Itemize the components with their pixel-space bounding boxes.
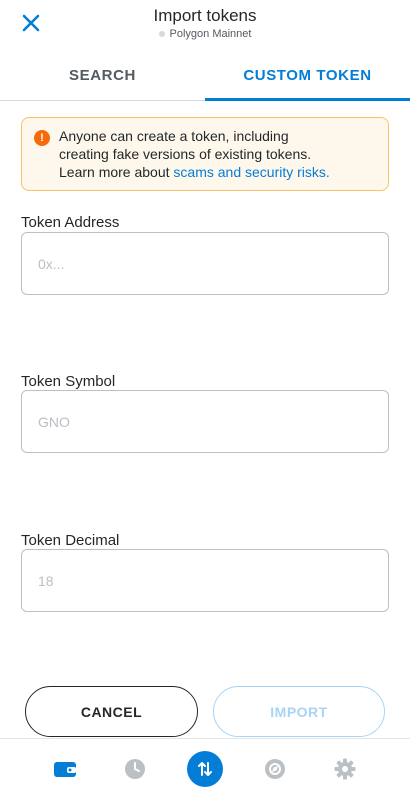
token-decimal-label: Token Decimal [21,532,120,549]
scams-security-link[interactable]: scams and security risks. [173,164,329,180]
nav-settings[interactable] [327,751,363,787]
cancel-button[interactable]: CANCEL [25,686,198,737]
warning-line-3: Learn more about scams and security risk… [59,163,378,181]
token-symbol-label: Token Symbol [21,373,116,390]
network-name: Polygon Mainnet [169,28,252,40]
page-title: Import tokens [153,6,257,25]
warning-banner: ! Anyone can create a token, including c… [21,117,389,191]
tab-search[interactable]: SEARCH [0,50,205,100]
wallet-icon [54,762,76,777]
exclamation-icon: ! [34,130,50,146]
tab-bar: SEARCH CUSTOM TOKEN [0,50,410,101]
warning-text: Anyone can create a token, including cre… [59,127,378,181]
warning-line-3-text: Learn more about [59,164,174,180]
header: Import tokens Polygon Mainnet [0,0,410,50]
warning-line-1: Anyone can create a token, including [59,128,289,144]
nav-swap[interactable] [187,751,223,787]
clock-icon [125,759,145,779]
token-decimal-input[interactable] [21,549,389,612]
token-address-input[interactable] [21,232,389,295]
compass-icon [265,759,285,779]
nav-explore[interactable] [257,751,293,787]
gear-icon [334,758,356,780]
import-button[interactable]: IMPORT [213,686,385,737]
warning-line-2: creating fake versions of existing token… [59,146,312,162]
tab-custom-token[interactable]: CUSTOM TOKEN [205,50,410,101]
token-address-label: Token Address [21,214,120,231]
nav-wallet[interactable] [47,751,83,787]
network-dot-icon [158,31,165,37]
swap-button[interactable] [187,751,223,787]
title-block: Import tokens Polygon Mainnet [0,6,410,40]
bottom-nav [0,738,410,799]
token-symbol-input[interactable] [21,390,389,453]
swap-icon [198,762,212,776]
nav-activity[interactable] [117,751,153,787]
network-indicator: Polygon Mainnet [0,28,410,40]
